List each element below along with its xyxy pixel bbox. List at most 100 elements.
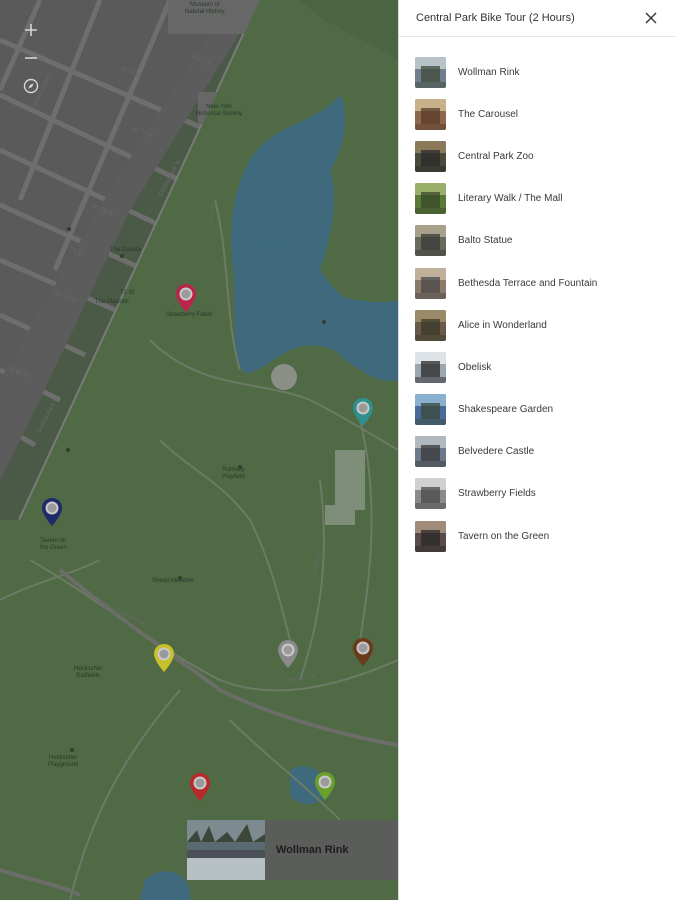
marker-carousel[interactable] [314, 771, 336, 801]
strawberry-fields-label: Strawberry Fields [166, 312, 213, 318]
close-icon [645, 12, 657, 24]
statue-photo [415, 225, 446, 257]
poi-dot [70, 748, 74, 752]
poi-dot [66, 448, 70, 452]
poi-dot [178, 576, 182, 580]
stop-item[interactable]: Bethesda Terrace and Fountain [415, 262, 675, 304]
stop-item[interactable]: The Carousel [415, 93, 675, 135]
map-pin-icon [154, 644, 174, 672]
stop-thumbnail [415, 520, 446, 552]
stop-name: Obelisk [458, 361, 492, 373]
zoo-photo [415, 140, 446, 172]
stop-thumbnail [415, 309, 446, 341]
stop-item[interactable]: Tavern on the Green [415, 515, 675, 557]
stop-thumbnail [415, 267, 446, 299]
map-pin-icon [353, 638, 373, 666]
stop-thumbnail [415, 56, 446, 88]
stop-thumbnail [415, 436, 446, 468]
lake-label: The Lake [260, 241, 294, 250]
compass-icon [23, 78, 38, 94]
map-pin-icon [176, 284, 196, 312]
tavern-photo [415, 520, 446, 552]
tree-walk-photo [415, 183, 446, 215]
stop-thumbnail [415, 225, 446, 257]
dakota-label: The Dakota [110, 247, 142, 253]
map-pin-icon [315, 772, 335, 800]
tavern-label: Tavern on the Green [40, 538, 67, 551]
stop-thumbnail [415, 140, 446, 172]
72-st-label: 72 St [120, 290, 135, 296]
stop-name: Strawberry Fields [458, 488, 536, 500]
map-pin-icon [190, 773, 210, 801]
stop-name: Balto Statue [458, 235, 513, 247]
poi-dot [120, 254, 124, 258]
panel-title: Central Park Bike Tour (2 Hours) [416, 12, 575, 24]
stop-name: Bethesda Terrace and Fountain [458, 277, 598, 289]
stop-thumbnail [415, 394, 446, 426]
stop-list: Wollman Rink The Carousel Central Park Zoo… [399, 37, 675, 557]
marker-literary-walk[interactable] [153, 643, 175, 673]
minus-icon [24, 57, 37, 59]
preview-card[interactable]: Wollman Rink [187, 820, 398, 880]
stop-item[interactable]: Obelisk [415, 346, 675, 388]
map-pin-icon [42, 498, 62, 526]
stop-name: The Carousel [458, 108, 519, 120]
tour-panel: Central Park Bike Tour (2 Hours) Wollman… [398, 0, 675, 900]
poi-dot [67, 227, 71, 231]
preview-thumbnail [187, 820, 265, 880]
stop-name: Wollman Rink [458, 66, 520, 78]
stop-thumbnail [415, 478, 446, 510]
stop-item[interactable]: Literary Walk / The Mall [415, 178, 675, 220]
stop-item[interactable]: Wollman Rink [415, 51, 675, 93]
stop-thumbnail [415, 351, 446, 383]
terrace-photo [415, 267, 446, 299]
poi-dot [322, 320, 326, 324]
stop-thumbnail [415, 98, 446, 130]
plus-icon [24, 24, 37, 36]
stop-item[interactable]: Central Park Zoo [415, 135, 675, 177]
zoom-out-button[interactable] [15, 44, 46, 72]
close-button[interactable] [643, 10, 659, 26]
majestic-label: The Majestic [95, 299, 130, 305]
stop-item[interactable]: Shakespeare Garden [415, 389, 675, 431]
sculpture-photo [415, 309, 446, 341]
stop-item[interactable]: Balto Statue [415, 220, 675, 262]
ice-rink-photo [187, 820, 265, 880]
panel-header: Central Park Bike Tour (2 Hours) [399, 0, 675, 37]
obelisk-photo [415, 351, 446, 383]
marker-bethesda[interactable] [352, 397, 374, 427]
marker-wollman-rink[interactable] [189, 772, 211, 802]
marker-strawberry-fields[interactable] [175, 283, 197, 313]
ice-rink-photo [415, 56, 446, 88]
stop-name: Belvedere Castle [458, 446, 535, 458]
preview-title: Wollman Rink [276, 844, 349, 856]
stop-name: Tavern on the Green [458, 530, 550, 542]
marker-zoo[interactable] [352, 637, 374, 667]
stop-item[interactable]: Strawberry Fields [415, 473, 675, 515]
compass-button[interactable] [15, 72, 46, 100]
castle-photo [415, 436, 446, 468]
map-view[interactable]: Museum of Natural History New-York Histori… [0, 0, 398, 900]
stop-name: Literary Walk / The Mall [458, 193, 563, 205]
zoom-in-button[interactable] [15, 16, 46, 44]
sheep-meadow-label: Sheep Meadow [152, 578, 194, 584]
stop-name: Central Park Zoo [458, 150, 534, 162]
mosaic-photo [415, 478, 446, 510]
map-pin-icon [353, 398, 373, 426]
heckscher-ballfields-label: Heckscher Ballfields [74, 666, 103, 679]
heckscher-playground-label: Heckscher Playground [48, 755, 79, 768]
poi-dot [238, 465, 242, 469]
marker-tavern[interactable] [41, 497, 63, 527]
zoom-controls [15, 16, 46, 100]
stop-thumbnail [415, 183, 446, 215]
map-pin-icon [278, 640, 298, 668]
museum-label: Museum of Natural History [185, 2, 225, 15]
stop-item[interactable]: Belvedere Castle [415, 431, 675, 473]
stop-item[interactable]: Alice in Wonderland [415, 304, 675, 346]
historical-society-label: New-York Historical Society [196, 104, 243, 117]
stop-name: Shakespeare Garden [458, 404, 554, 416]
stop-name: Alice in Wonderland [458, 319, 547, 331]
marker-balto[interactable] [277, 639, 299, 669]
rumsey-label: Rumsey Playfield [222, 467, 245, 480]
garden-photo [415, 394, 446, 426]
